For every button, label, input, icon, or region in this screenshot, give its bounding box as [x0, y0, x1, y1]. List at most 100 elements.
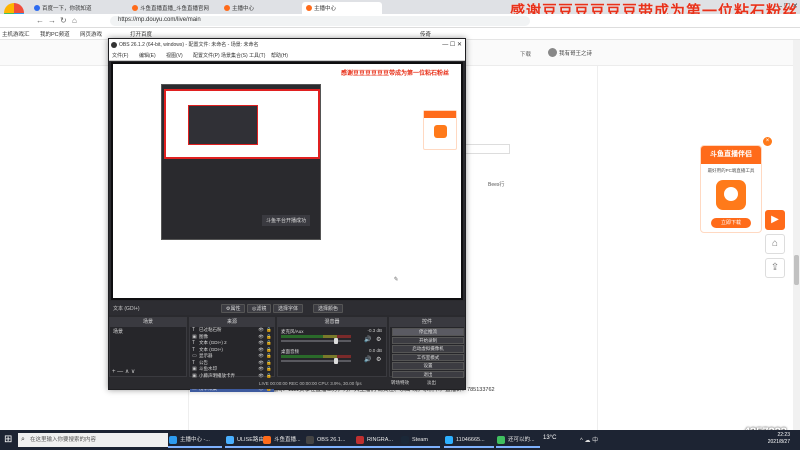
channel-db: 0.0 dB — [368, 348, 382, 353]
nested-overlay-banner: 感谢豆豆豆豆豆豆带成为第一位粘石粉丝 — [341, 71, 450, 77]
douyu-app-icon — [716, 180, 746, 210]
studio-mode-button[interactable]: 工作室模式 — [392, 353, 464, 361]
volume-slider[interactable] — [281, 340, 351, 342]
taskbar-app[interactable]: 主播中心 -... — [168, 432, 222, 448]
obs-logo-icon — [111, 42, 117, 48]
back-icon[interactable]: ← — [36, 16, 44, 25]
speaker-icon[interactable]: 🔊 — [364, 336, 371, 343]
user-menu[interactable]: 我有哥王之诗 — [548, 48, 592, 57]
volume-slider-handle[interactable] — [334, 338, 338, 344]
menu-file[interactable]: 文件(F) — [112, 52, 128, 59]
dock-title: 场景 — [110, 318, 186, 327]
sources-dock: 来源 T 已过粘石粉 👁 🔒 ▣ 图像 👁 🔒 T 文本 (GDI+) 2 👁 🔒 T 文本 (GDI+)… — [189, 317, 275, 392]
channel-db: -0.3 dB — [367, 328, 382, 333]
source-name: 图像 — [199, 333, 208, 339]
scenes-dock: 场景 场景 + — ∧ ∨ — [109, 317, 187, 377]
taskbar-app[interactable]: 还可以的... — [496, 432, 540, 448]
exit-button[interactable]: 退出 — [392, 370, 464, 378]
window-controls[interactable]: — ☐ ✕ — [442, 39, 462, 51]
menu-help[interactable]: 帮助(H) — [271, 52, 288, 59]
close-icon[interactable]: × — [763, 137, 772, 146]
douyu-tab-icon — [132, 5, 138, 11]
system-tray[interactable]: ^ ☁ 中 — [580, 435, 598, 444]
watermark: ✎ — [393, 277, 399, 283]
obs-window: OBS 26.1.2 (64-bit, windows) - 配置文件: 未命名… — [108, 38, 466, 392]
bookmark-item[interactable]: 传奇 — [420, 30, 431, 38]
taskbar-app[interactable]: Steam — [400, 432, 440, 448]
start-recording-button[interactable]: 开始录制 — [392, 336, 464, 344]
gear-icon[interactable]: ⚙ — [376, 336, 381, 343]
select-font-button[interactable]: 选择字体 — [273, 304, 304, 313]
browser-tab[interactable]: 主播中心 — [220, 2, 300, 14]
speaker-icon[interactable]: 🔊 — [364, 356, 371, 363]
nested-promo-card — [423, 110, 457, 150]
mixer-channel: 麦克风/Aux -0.3 dB 🔊 ⚙ — [278, 327, 386, 347]
stop-streaming-button[interactable]: 停止推流 — [392, 328, 464, 336]
weather-widget[interactable]: 13°C — [543, 435, 556, 441]
menu-view[interactable]: 视图(V) — [166, 52, 183, 59]
menu-edit[interactable]: 编辑(E) — [139, 52, 156, 59]
volume-meter — [281, 335, 351, 338]
browser-tab-active[interactable]: 主播中心 — [302, 2, 382, 14]
dock-actions[interactable]: + — ∧ ∨ — [112, 368, 135, 375]
douyu-icon — [263, 436, 271, 444]
volume-slider[interactable] — [281, 360, 351, 362]
home-icon[interactable]: ⌂ — [765, 234, 785, 254]
taskbar-app[interactable]: 11046665... — [444, 432, 494, 448]
obs-preview[interactable]: 感谢豆豆豆豆豆豆带成为第一位粘石粉丝 斗鱼平台开播成功 ✎ — [111, 62, 463, 300]
douyu-watermark-logo — [748, 390, 790, 420]
forward-icon[interactable]: → — [48, 16, 56, 25]
dock-title: 来源 — [190, 318, 274, 327]
taskbar-search-input[interactable]: ⌕ 在这里输入你要搜索的内容 — [18, 433, 168, 447]
refresh-icon[interactable]: ↻ — [60, 16, 67, 25]
properties-button[interactable]: ⚙属性 — [221, 304, 246, 313]
home-icon[interactable]: ⌂ — [72, 16, 77, 25]
windows-start-icon[interactable]: ⊞ — [4, 434, 12, 446]
taskbar-app[interactable]: OBS 26.1... — [305, 432, 355, 448]
scrollbar-thumb[interactable] — [794, 255, 799, 285]
address-bar: ← → ↻ ⌂ https://mp.douyu.com/live/main — [0, 14, 800, 28]
promo-subtitle: 最好用的PC端直播工具 — [707, 168, 755, 173]
virtual-camera-button[interactable]: 启动虚拟摄像机 — [392, 345, 464, 353]
qq-icon — [445, 436, 453, 444]
bookmark-item[interactable]: 网页游戏 — [80, 30, 102, 38]
taskbar-app[interactable]: 斗鱼直播... — [262, 432, 308, 448]
dock-title: 混音器 — [278, 318, 386, 327]
select-color-button[interactable]: 选择颜色 — [313, 304, 344, 313]
avatar — [548, 48, 557, 57]
menu-scene-collection[interactable]: 场景集合(S) — [221, 52, 248, 59]
obs-icon — [306, 436, 314, 444]
menu-tools[interactable]: 工具(T) — [249, 52, 265, 59]
taskbar-app[interactable]: RINGRA... — [355, 432, 403, 448]
gear-icon[interactable]: ⚙ — [376, 356, 381, 363]
scrollbar[interactable] — [793, 40, 800, 430]
browser-tab[interactable]: 斗鱼直播直播_斗鱼直播官网 — [128, 2, 218, 14]
share-icon[interactable]: ⇪ — [765, 258, 785, 278]
download-button[interactable]: 立即下载 — [711, 218, 751, 228]
play-icon[interactable]: ▶ — [765, 210, 785, 230]
channel-name: 麦克风/Aux — [281, 329, 304, 334]
nested-preview-inner — [188, 105, 258, 145]
channel-name: 桌面音频 — [281, 349, 299, 354]
bookmark-item[interactable]: 我的PC频道 — [40, 30, 70, 38]
transition-type[interactable]: 淡出 — [427, 380, 436, 386]
url-input[interactable]: https://mp.douyu.com/live/main — [110, 16, 530, 26]
settings-button[interactable]: 设置 — [392, 362, 464, 370]
bookmark-item[interactable]: 打开百度 — [130, 30, 152, 38]
menu-profile[interactable]: 配置文件(P) — [193, 52, 220, 59]
douyu-tab-icon — [224, 5, 230, 11]
app-icon — [226, 436, 234, 444]
transitions-dock: 转场特效 淡出 — [389, 379, 465, 389]
download-link[interactable]: 下载 — [520, 50, 531, 58]
filters-button[interactable]: ◎滤镜 — [247, 304, 272, 313]
bookmark-item[interactable]: 主机游戏汇 — [2, 30, 30, 38]
obs-title-bar: OBS 26.1.2 (64-bit, windows) - 配置文件: 未命名… — [109, 39, 465, 51]
scene-item[interactable]: 场景 — [110, 327, 186, 336]
page-counter: Bees行 — [488, 182, 505, 188]
volume-slider-handle[interactable] — [334, 358, 338, 364]
douyu-app-icon — [434, 125, 447, 138]
source-name: 文本 (GDI+) 2 — [199, 340, 227, 345]
browser-tab[interactable]: 百度一下，你就知道 — [30, 2, 126, 14]
promo-title: 斗鱼直播伴侣 — [701, 146, 761, 164]
clock[interactable]: 22:23 2021/8/27 — [750, 432, 790, 446]
